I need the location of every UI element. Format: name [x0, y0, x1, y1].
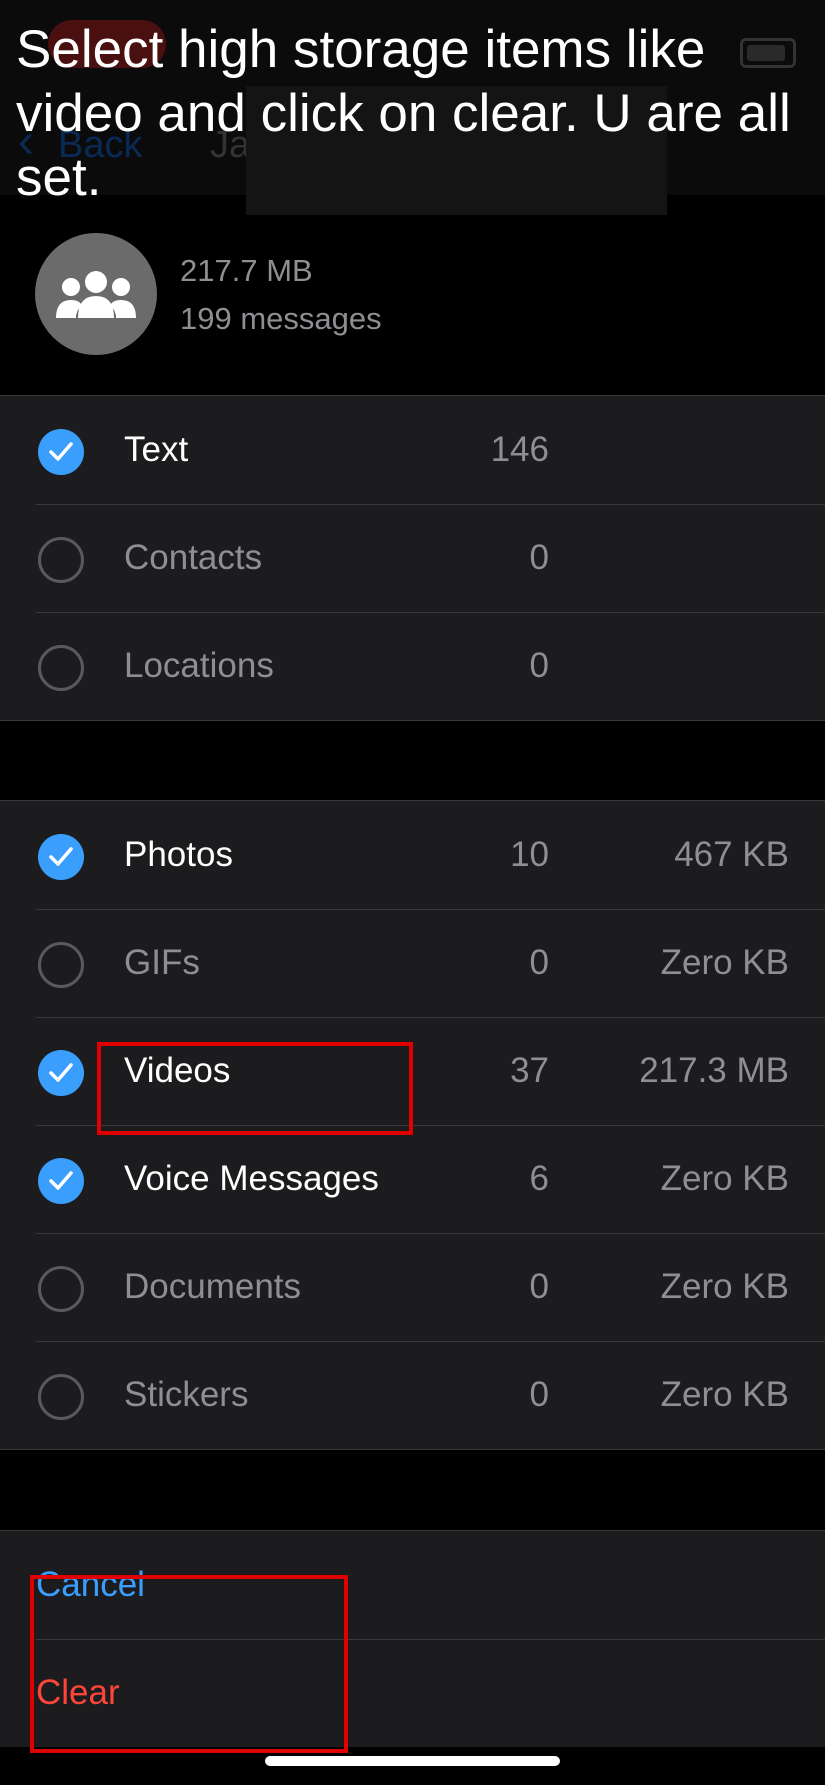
item-count: 10: [510, 835, 549, 874]
list-item-locations[interactable]: Locations 0: [0, 612, 825, 720]
home-indicator: [265, 1756, 560, 1766]
list-item-voice-messages[interactable]: Voice Messages 6 Zero KB: [0, 1125, 825, 1233]
chat-summary: 217.7 MB 199 messages: [0, 215, 825, 395]
list-item-gifs[interactable]: GIFs 0 Zero KB: [0, 909, 825, 1017]
item-count: 0: [529, 538, 549, 577]
item-size: Zero KB: [660, 1159, 789, 1198]
checkbox-unchecked-icon[interactable]: [38, 645, 84, 691]
message-types-list: Text 146 Contacts 0 Locations 0: [0, 395, 825, 721]
checkbox-unchecked-icon[interactable]: [38, 1374, 84, 1420]
item-label: Stickers: [124, 1375, 249, 1414]
item-size: 467 KB: [674, 835, 789, 874]
checkmark-checked-icon[interactable]: [38, 834, 84, 880]
item-label: Contacts: [124, 538, 263, 577]
group-avatar: [35, 233, 157, 355]
checkbox-unchecked-icon[interactable]: [38, 1266, 84, 1312]
item-count: 0: [529, 1267, 549, 1306]
item-label: GIFs: [124, 943, 200, 982]
item-label: Locations: [124, 646, 274, 685]
list-item-photos[interactable]: Photos 10 467 KB: [0, 801, 825, 909]
item-count: 0: [529, 943, 549, 982]
list-item-documents[interactable]: Documents 0 Zero KB: [0, 1233, 825, 1341]
highlight-clear: [30, 1575, 348, 1753]
list-item-text[interactable]: Text 146: [0, 396, 825, 504]
list-item-contacts[interactable]: Contacts 0: [0, 504, 825, 612]
item-label: Photos: [124, 835, 233, 874]
item-label: Documents: [124, 1267, 302, 1306]
instruction-caption: Select high storage items like video and…: [16, 20, 791, 207]
item-size: 217.3 MB: [639, 1051, 789, 1090]
item-count: 37: [510, 1051, 549, 1090]
item-label: Voice Messages: [124, 1159, 379, 1198]
checkbox-unchecked-icon[interactable]: [38, 537, 84, 583]
group-icon: [56, 271, 136, 318]
item-size: Zero KB: [660, 1267, 789, 1306]
chat-storage-size: 217.7 MB: [180, 253, 313, 288]
item-count: 6: [529, 1159, 549, 1198]
item-count: 0: [529, 646, 549, 685]
checkbox-unchecked-icon[interactable]: [38, 942, 84, 988]
checkmark-checked-icon[interactable]: [38, 1050, 84, 1096]
message-count: 199 messages: [180, 301, 382, 336]
item-count: 146: [490, 430, 549, 469]
item-count: 0: [529, 1375, 549, 1414]
item-size: Zero KB: [660, 943, 789, 982]
item-size: Zero KB: [660, 1375, 789, 1414]
checkmark-checked-icon[interactable]: [38, 429, 84, 475]
list-item-stickers[interactable]: Stickers 0 Zero KB: [0, 1341, 825, 1449]
item-label: Text: [124, 430, 189, 469]
highlight-videos: [97, 1042, 413, 1135]
checkmark-checked-icon[interactable]: [38, 1158, 84, 1204]
